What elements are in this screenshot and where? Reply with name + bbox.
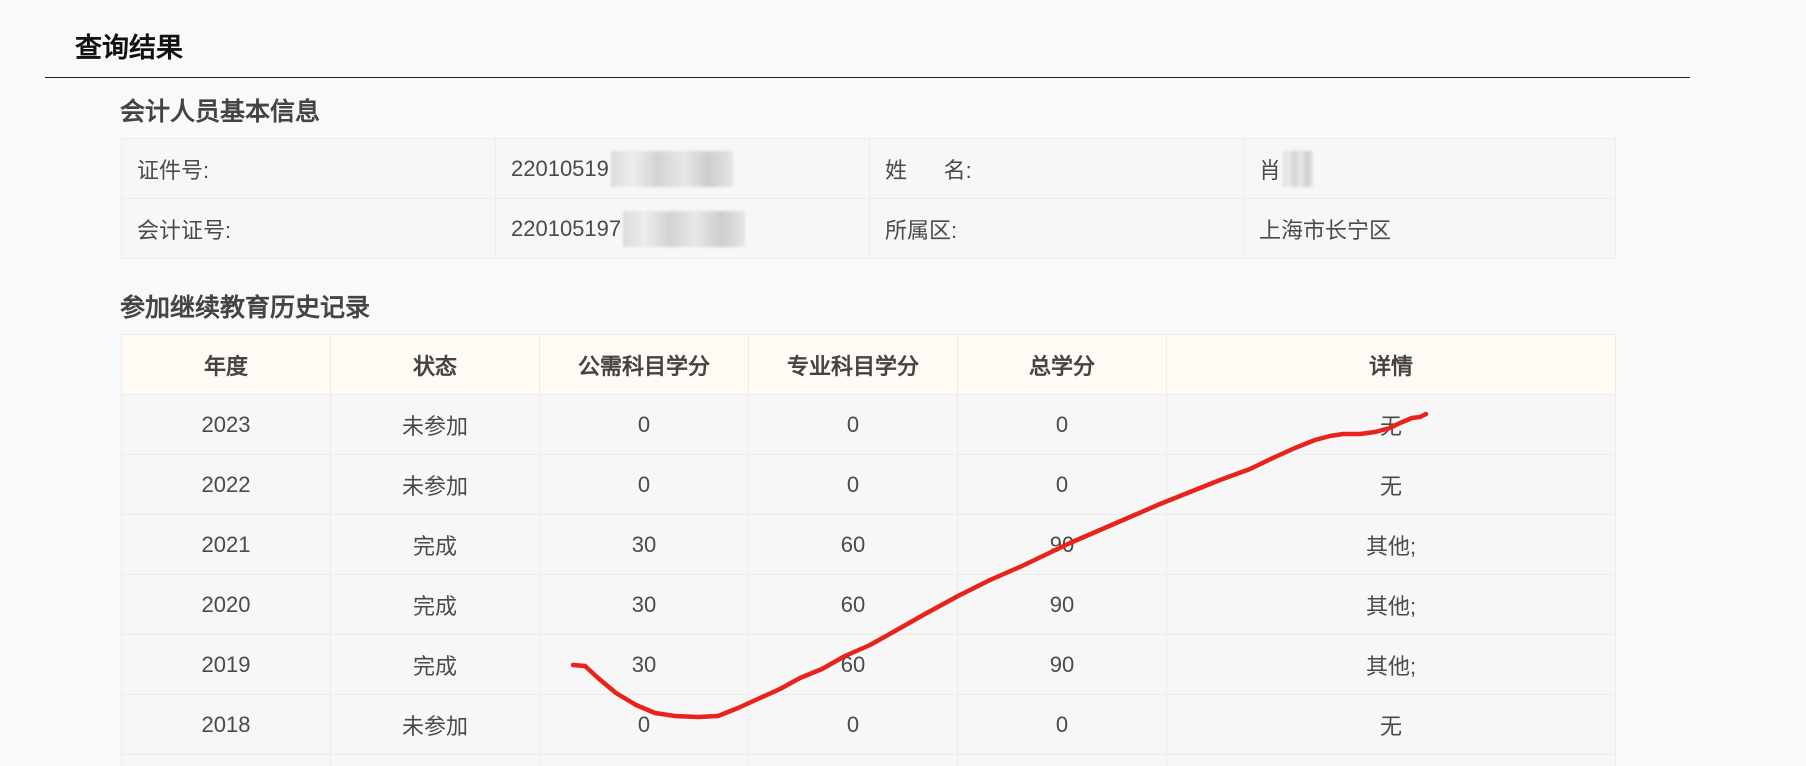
- cell-details: 无: [1166, 454, 1616, 515]
- table-row: 2019 完成 30 60 90 其他;: [121, 634, 1616, 695]
- table-row-partial: [121, 754, 1616, 766]
- name-value-cell: 肖: [1243, 138, 1616, 199]
- basic-info-heading: 会计人员基本信息: [120, 98, 321, 126]
- col-header-total-credits: 总学分: [957, 334, 1167, 395]
- cert-value: 220105197: [511, 215, 622, 241]
- cell-public-credits: 0: [539, 694, 749, 755]
- history-heading: 参加继续教育历史记录: [120, 294, 371, 322]
- cell-year: 2018: [121, 694, 331, 755]
- cell-details: 其他;: [1166, 514, 1616, 575]
- info-row: 会计证号: 220105197 所属区: 上海市长宁区: [121, 198, 1616, 259]
- cell-total-credits: 90: [957, 574, 1167, 635]
- district-label: 所属区:: [869, 198, 1244, 259]
- cell-professional-credits: 0: [748, 394, 958, 455]
- table-row: 2020 完成 30 60 90 其他;: [121, 574, 1616, 635]
- table-row: 2022 未参加 0 0 0 无: [121, 454, 1616, 515]
- id-label: 证件号:: [121, 138, 496, 199]
- id-value-cell: 22010519: [495, 138, 870, 199]
- col-header-year: 年度: [121, 334, 331, 395]
- cell-status: 未参加: [330, 454, 540, 515]
- cell-year: 2022: [121, 454, 331, 515]
- cert-label: 会计证号:: [121, 198, 496, 259]
- cell-professional-credits: 0: [748, 694, 958, 755]
- cell-total-credits: 90: [957, 634, 1167, 695]
- redaction-blur: [1283, 150, 1314, 187]
- cell-year: 2020: [121, 574, 331, 635]
- query-results-page: 查询结果 会计人员基本信息 证件号: 22010519 姓 名: 肖 会计证号:…: [0, 0, 1806, 766]
- cell-total-credits: 0: [957, 454, 1167, 515]
- id-value: 22010519: [511, 155, 609, 181]
- col-header-status: 状态: [330, 334, 540, 395]
- cell-year: 2021: [121, 514, 331, 575]
- history-table: 年度 状态 公需科目学分 专业科目学分 总学分 详情 2023 未参加 0 0 …: [121, 334, 1616, 766]
- cell-total-credits: 0: [957, 694, 1167, 755]
- cell-status: 未参加: [330, 394, 540, 455]
- page-title: 查询结果: [75, 33, 183, 63]
- cell-details: 无: [1166, 394, 1616, 455]
- cell-details: 其他;: [1166, 634, 1616, 695]
- table-row: 2021 完成 30 60 90 其他;: [121, 514, 1616, 575]
- col-header-public-credits: 公需科目学分: [539, 334, 749, 395]
- cell-year: 2023: [121, 394, 331, 455]
- cell-total-credits: 90: [957, 514, 1167, 575]
- table-row: 2018 未参加 0 0 0 无: [121, 694, 1616, 755]
- cell-year: 2019: [121, 634, 331, 695]
- name-value: 肖: [1259, 157, 1282, 183]
- cell-public-credits: 30: [539, 634, 749, 695]
- redaction-blur: [623, 210, 746, 247]
- cell-professional-credits: 0: [748, 454, 958, 515]
- cell-details: 无: [1166, 694, 1616, 755]
- cell-public-credits: 30: [539, 574, 749, 635]
- info-row: 证件号: 22010519 姓 名: 肖: [121, 138, 1616, 199]
- district-value: 上海市长宁区: [1243, 198, 1616, 259]
- cell-professional-credits: 60: [748, 574, 958, 635]
- cell-public-credits: 30: [539, 514, 749, 575]
- col-header-details: 详情: [1166, 334, 1616, 395]
- cell-status: 未参加: [330, 694, 540, 755]
- col-header-professional-credits: 专业科目学分: [748, 334, 958, 395]
- title-divider: [45, 77, 1690, 78]
- cell-status: 完成: [330, 574, 540, 635]
- cell-status: 完成: [330, 634, 540, 695]
- cell-professional-credits: 60: [748, 634, 958, 695]
- cell-public-credits: 0: [539, 454, 749, 515]
- redaction-blur: [610, 150, 733, 187]
- basic-info-table: 证件号: 22010519 姓 名: 肖 会计证号: 220105197 所属区…: [121, 138, 1616, 259]
- header-row: 年度 状态 公需科目学分 专业科目学分 总学分 详情: [121, 334, 1616, 395]
- cell-status: 完成: [330, 514, 540, 575]
- cell-professional-credits: 60: [748, 514, 958, 575]
- name-label: 姓 名:: [869, 138, 1244, 199]
- cell-details: 其他;: [1166, 574, 1616, 635]
- cell-total-credits: 0: [957, 394, 1167, 455]
- cell-public-credits: 0: [539, 394, 749, 455]
- table-row: 2023 未参加 0 0 0 无: [121, 394, 1616, 455]
- cert-value-cell: 220105197: [495, 198, 870, 259]
